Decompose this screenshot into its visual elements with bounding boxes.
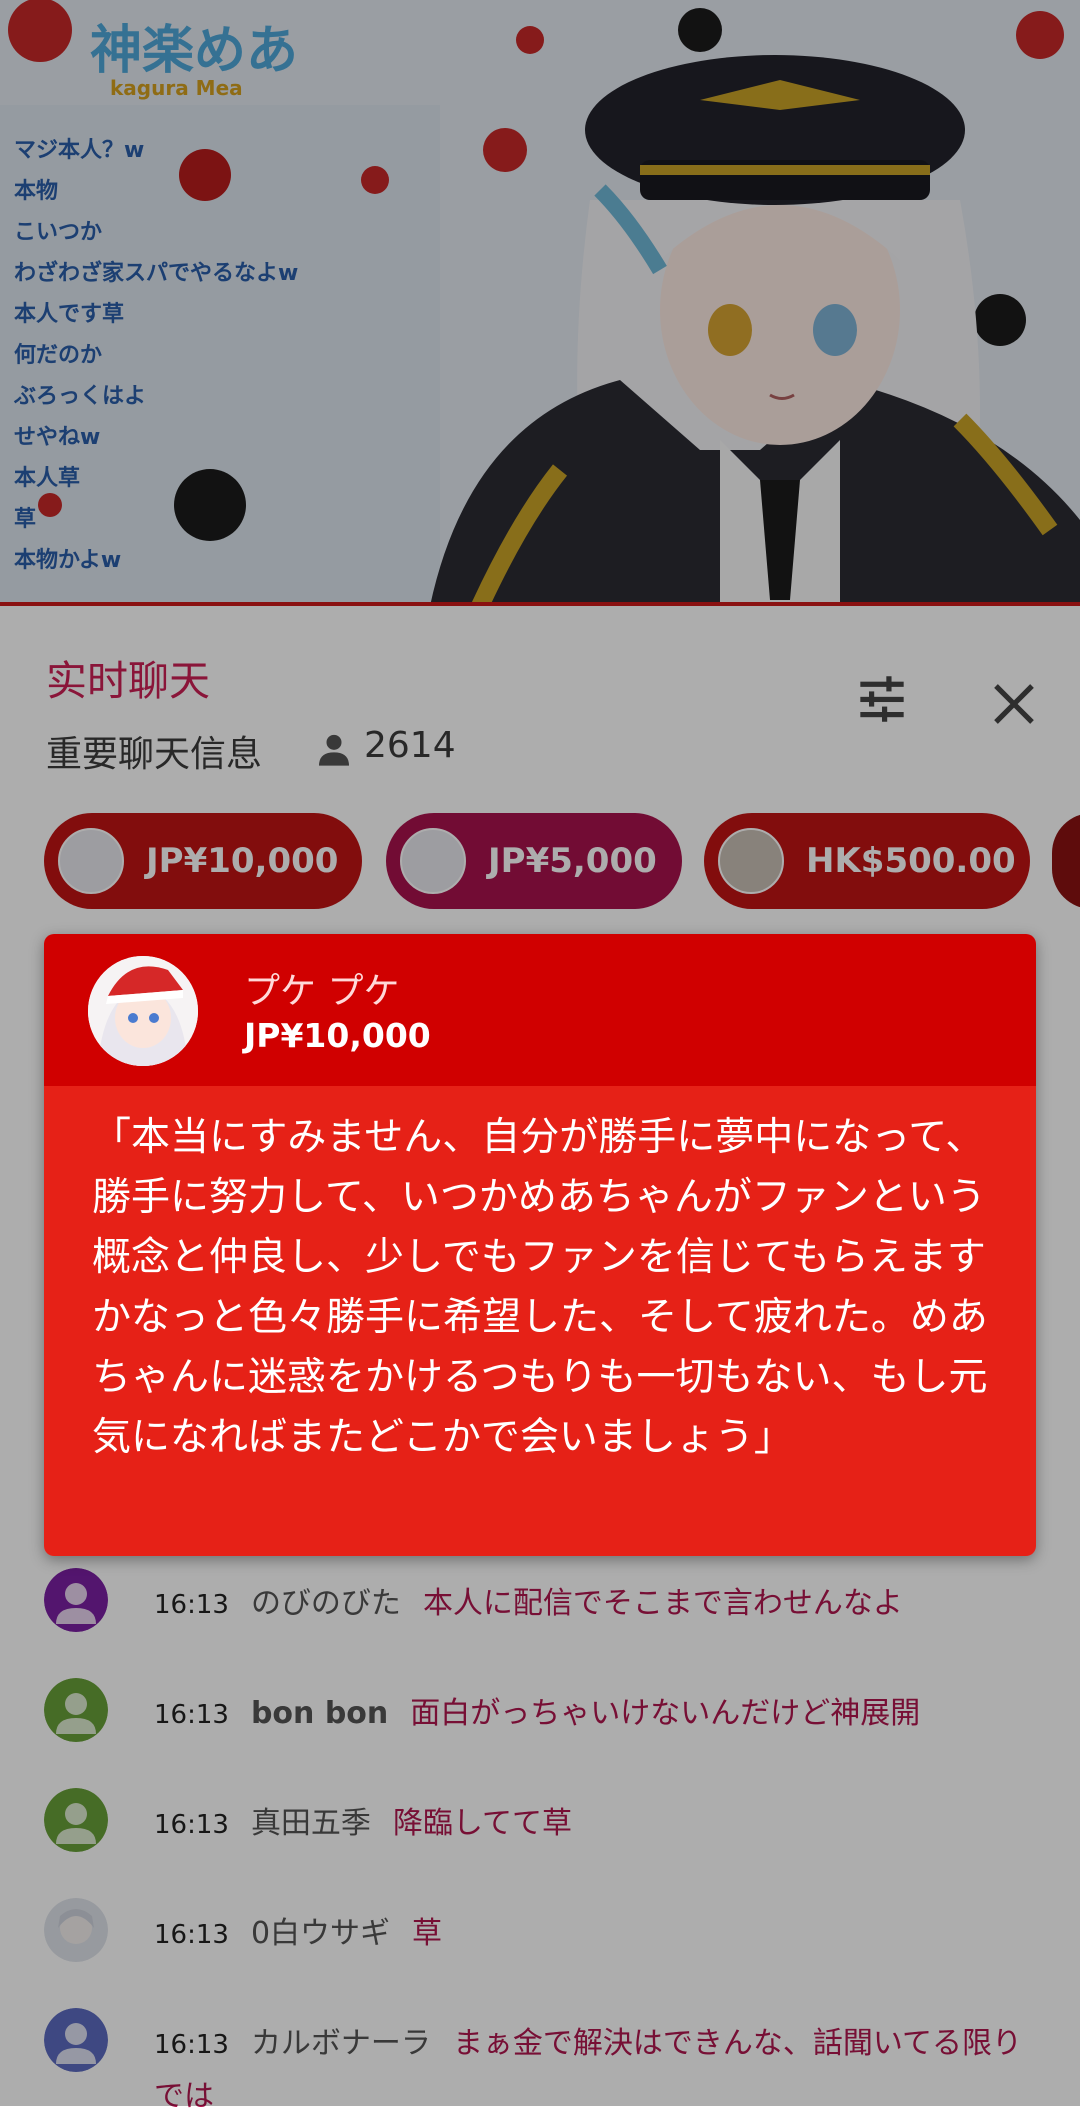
avatar: [88, 956, 198, 1066]
superchat-card[interactable]: プケ プケ JP¥10,000 「本当にすみません、自分が勝手に夢中になって、勝…: [44, 934, 1036, 1556]
superchat-message: 「本当にすみません、自分が勝手に夢中になって、勝手に努力して、いつかめあちゃんが…: [92, 1115, 988, 1460]
superchat-header: プケ プケ JP¥10,000: [44, 934, 1036, 1086]
superchat-body: 「本当にすみません、自分が勝手に夢中になって、勝手に努力して、いつかめあちゃんが…: [44, 1086, 1036, 1556]
superchat-author[interactable]: プケ プケ: [244, 962, 399, 1014]
superchat-amount: JP¥10,000: [244, 1016, 431, 1055]
